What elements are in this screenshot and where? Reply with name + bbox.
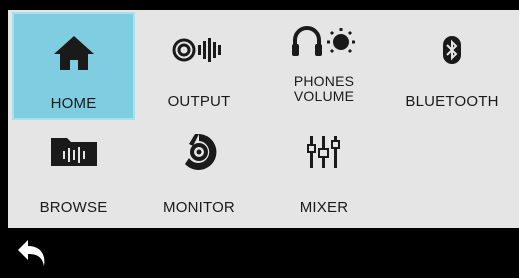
monitor-icon [138, 132, 260, 172]
menu-item-phones-volume[interactable]: PHONES VOLUME [263, 12, 385, 120]
output-icon [138, 36, 260, 64]
menu-item-label: HOME [50, 95, 97, 112]
menu-item-browse[interactable]: BROWSE [12, 122, 135, 226]
bluetooth-icon [389, 36, 515, 64]
menu-item-bluetooth[interactable]: BLUETOOTH [389, 12, 515, 120]
menu-item-mixer[interactable]: MIXER [263, 122, 385, 226]
menu-item-label: MONITOR [163, 199, 235, 216]
home-icon [14, 34, 133, 72]
bottom-bar [0, 228, 519, 278]
back-arrow-icon [18, 240, 45, 266]
back-button[interactable] [16, 236, 50, 270]
browse-folder-icon [12, 136, 135, 168]
menu-item-monitor[interactable]: MONITOR [138, 122, 260, 226]
menu-item-label: BLUETOOTH [405, 93, 499, 110]
menu-item-label-line1: PHONES [293, 73, 355, 89]
menu-screen: HOME OUTPUT PHONES VOLUME BLUETOOTH BROW… [8, 10, 519, 228]
menu-item-label: MIXER [299, 199, 349, 216]
headphones-volume-icon [263, 24, 385, 60]
menu-item-label-line2: VOLUME [293, 88, 355, 104]
menu-item-label: BROWSE [39, 199, 108, 216]
menu-item-output[interactable]: OUTPUT [138, 12, 260, 120]
mixer-icon [263, 134, 385, 170]
menu-item-label: OUTPUT [167, 93, 231, 110]
menu-item-home[interactable]: HOME [12, 12, 135, 120]
